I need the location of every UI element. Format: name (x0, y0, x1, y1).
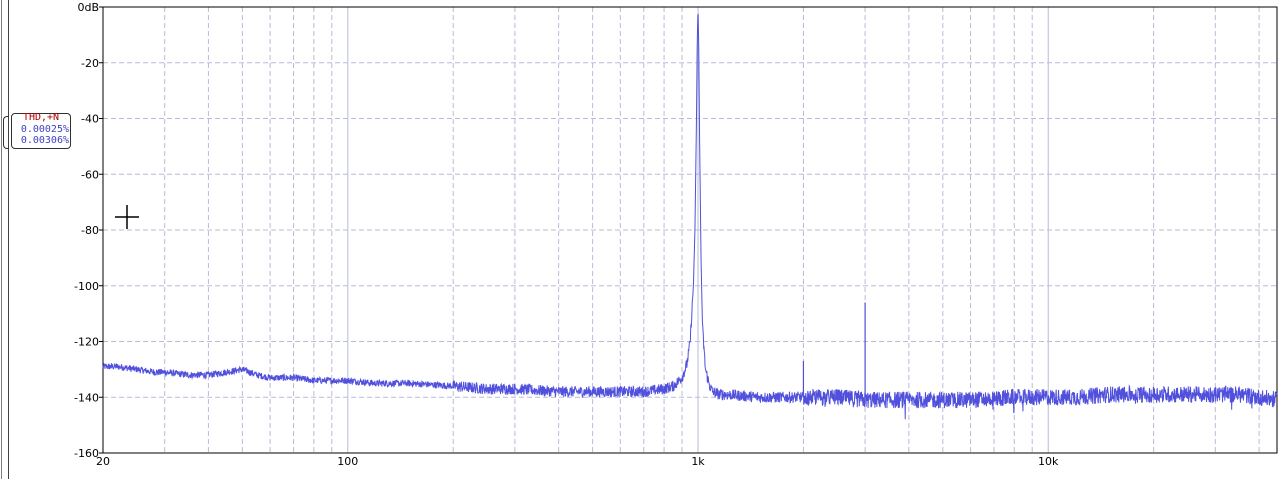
y-tick-label: 0dB (77, 1, 99, 14)
y-tick-label: -100 (74, 280, 99, 293)
spectrum-trace (102, 13, 1278, 420)
x-tick-label: 10k (1038, 455, 1059, 468)
legend-bracket (3, 116, 9, 149)
crosshair-cursor-icon (115, 205, 139, 229)
y-tick-label: -80 (81, 224, 99, 237)
x-tick-label: 1k (691, 455, 705, 468)
y-tick-label: -20 (81, 57, 99, 70)
y-tick-label: -120 (74, 336, 99, 349)
spectrum-chart[interactable]: 0dB-20-40-60-80-100-120-140-16020 100 1k 10… (0, 0, 1280, 479)
x-tick-label: 100 (337, 455, 358, 468)
legend-thd-value: 0.00025% (20, 124, 69, 135)
y-tick-label: -40 (81, 113, 99, 126)
y-tick-label: -140 (74, 391, 99, 404)
legend-thdn-value: 0.00306% (20, 135, 69, 146)
y-tick-label: -60 (81, 168, 99, 181)
x-tick-label: 20 (96, 455, 110, 468)
legend-title: THD,+N (22, 112, 60, 123)
